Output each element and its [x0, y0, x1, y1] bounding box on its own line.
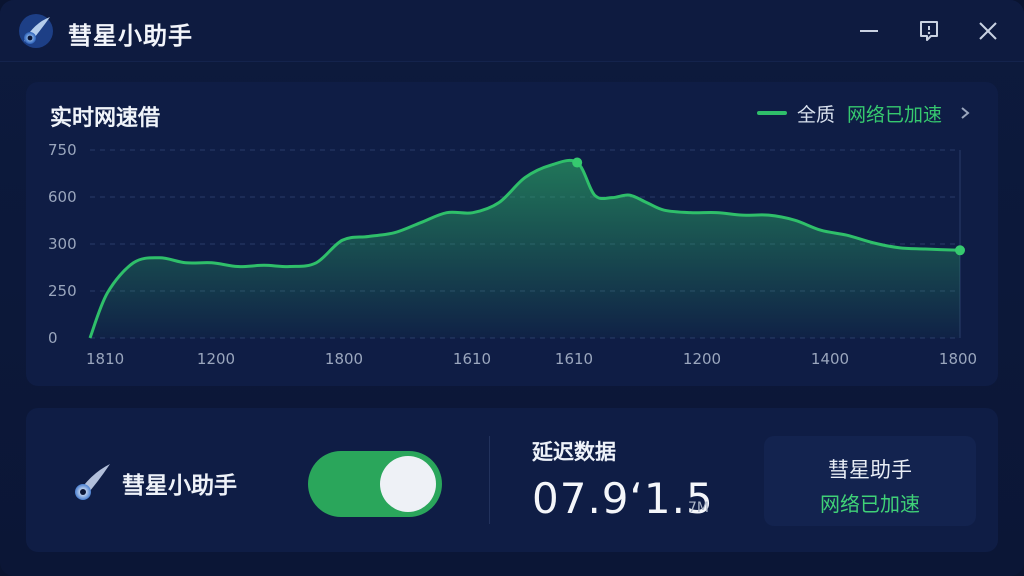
x-tick-label: 1200: [683, 350, 721, 368]
legend-line-swatch: [756, 111, 787, 115]
acceleration-toggle[interactable]: [308, 451, 442, 517]
app-title: 彗星小助手: [68, 22, 193, 50]
feedback-button[interactable]: [916, 18, 942, 44]
latency-unit: 7M: [688, 500, 709, 516]
minimize-icon: [860, 30, 878, 32]
close-button[interactable]: [975, 18, 1001, 44]
x-tick-label: 1800: [325, 350, 363, 368]
status-text: 网络已加速: [820, 492, 920, 516]
x-tick-label: 1610: [555, 350, 593, 368]
app-window: 彗星小助手 750 600 300 250 0 1810 1200 1800 1…: [0, 0, 1024, 576]
comet-logo-icon: [18, 13, 54, 49]
chart-title: 实时网速借: [50, 106, 161, 131]
latency-value: 07.9‘1.5: [532, 474, 714, 523]
legend-label: 全质: [796, 103, 835, 126]
app-name-label: 彗星小助手: [122, 473, 237, 499]
minimize-button[interactable]: [856, 18, 882, 44]
peak-point: [572, 157, 583, 168]
speed-chart-card: 750 600 300 250 0 1810 1200 1800 1610 1610 1200 14…: [26, 82, 998, 386]
control-card: 彗星小助手 延迟数据 07.9‘1.5 7M 彗星助手 网络已加速: [26, 408, 998, 552]
x-tick-label: 1800: [939, 350, 977, 368]
y-tick-label: 750: [48, 141, 77, 159]
titlebar: 彗星小助手: [0, 0, 1024, 62]
status-name: 彗星助手: [828, 458, 912, 482]
legend-status: 网络已加速: [846, 103, 942, 126]
y-tick-label: 0: [48, 329, 58, 347]
x-tick-label: 1810: [86, 350, 124, 368]
x-tick-label: 1200: [197, 350, 235, 368]
close-icon: [979, 22, 997, 40]
chevron-right-icon[interactable]: [958, 106, 972, 120]
y-tick-label: 300: [48, 235, 77, 253]
comet-logo-icon: [70, 460, 114, 504]
speed-area: [90, 160, 960, 338]
y-tick-label: 600: [48, 188, 77, 206]
status-panel: 彗星助手 网络已加速: [764, 436, 976, 526]
divider: [489, 436, 490, 524]
speed-chart: 750 600 300 250 0 1810 1200 1800 1610 1610 1200 14…: [48, 141, 977, 368]
x-tick-label: 1400: [811, 350, 849, 368]
x-tick-label: 1610: [453, 350, 491, 368]
latest-point: [955, 245, 965, 256]
latency-label: 延迟数据: [532, 440, 616, 464]
toggle-knob: [380, 456, 436, 512]
feedback-icon: [920, 21, 938, 41]
y-tick-label: 250: [48, 282, 77, 300]
chart-legend[interactable]: 全质 网络已加速: [756, 100, 972, 126]
